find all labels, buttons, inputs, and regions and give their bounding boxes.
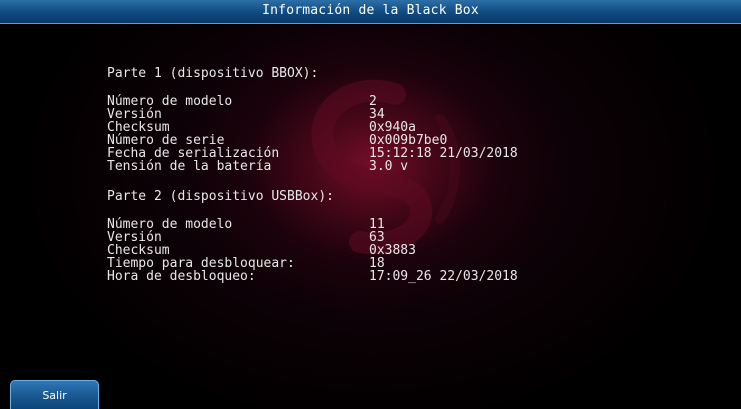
part2-row-unlock-hour: Hora de desbloqueo: 17:09_26 22/03/2018 xyxy=(107,270,627,284)
part1-row-battery: Tensión de la batería 3.0 v xyxy=(107,160,627,174)
row-value: 17:09_26 22/03/2018 xyxy=(369,269,518,284)
window-title: Información de la Black Box xyxy=(262,3,479,18)
row-label: Tensión de la batería xyxy=(107,159,272,174)
row-value: 3.0 v xyxy=(369,159,409,174)
info-panel: Parte 1 (dispositivo BBOX): Número de mo… xyxy=(0,24,741,409)
part2-row-version: Versión 63 xyxy=(107,231,627,245)
title-bar: Información de la Black Box xyxy=(0,0,741,24)
part2-heading: Parte 2 (dispositivo USBBox): xyxy=(107,189,334,204)
row-label: Hora de desbloqueo: xyxy=(107,269,256,284)
part1-row-version: Versión 34 xyxy=(107,108,627,122)
part1-row-model: Número de modelo 2 xyxy=(107,95,627,109)
part1-heading: Parte 1 (dispositivo BBOX): xyxy=(107,66,319,81)
exit-button[interactable]: Salir xyxy=(10,380,99,409)
part2-row-model: Número de modelo 11 xyxy=(107,218,627,232)
